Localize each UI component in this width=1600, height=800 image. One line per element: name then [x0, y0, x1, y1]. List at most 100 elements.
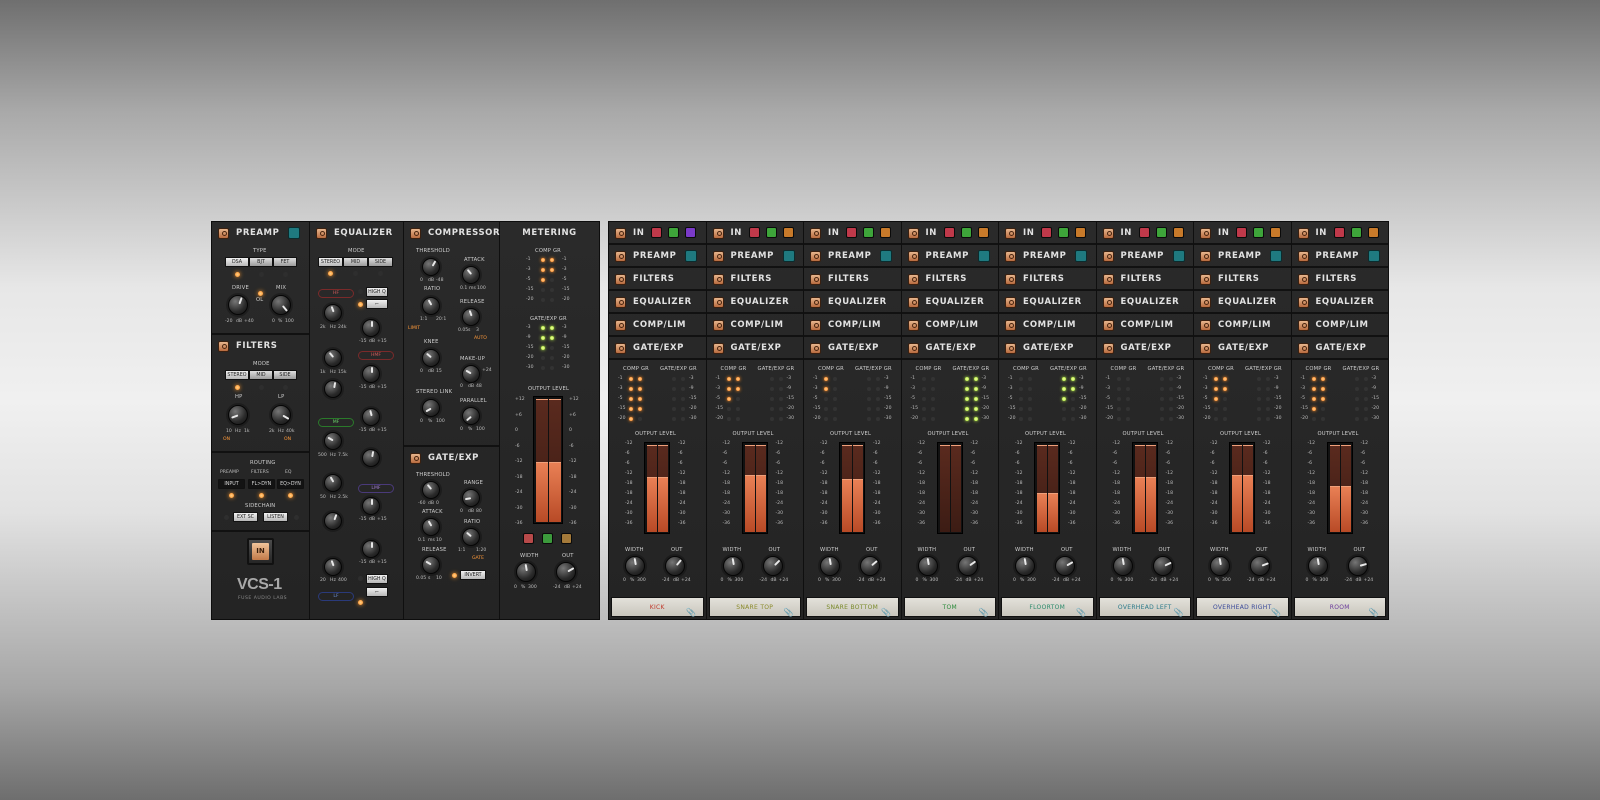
- strip-comp-row[interactable]: COMP/LIM: [901, 314, 998, 337]
- routing-eq-dyn-button[interactable]: EQ>DYN: [277, 479, 304, 489]
- eq-mf-freq-knob[interactable]: [324, 432, 342, 450]
- strip-filters-row[interactable]: FILTERS: [706, 268, 803, 291]
- metering-green-button[interactable]: [542, 533, 553, 544]
- strip-link-button[interactable]: [1253, 227, 1264, 238]
- strip-power-icon[interactable]: [907, 250, 919, 262]
- strip-filters-row[interactable]: FILTERS: [999, 268, 1096, 291]
- strip-power-icon[interactable]: [907, 319, 919, 331]
- strip-equalizer-row[interactable]: EQUALIZER: [706, 291, 803, 314]
- strip-gate-row[interactable]: GATE/EXP: [901, 337, 998, 360]
- paperclip-icon[interactable]: 📎: [979, 603, 989, 622]
- strip-comp-row[interactable]: COMP/LIM: [609, 314, 706, 337]
- strip-out-knob[interactable]: [665, 556, 685, 576]
- strip-preamp-row[interactable]: PREAMP: [1096, 245, 1193, 268]
- comp-parallel-knob[interactable]: [462, 407, 480, 425]
- global-in-button[interactable]: IN: [252, 543, 269, 560]
- paperclip-icon[interactable]: 📎: [1271, 603, 1281, 622]
- strip-comp-row[interactable]: COMP/LIM: [804, 314, 901, 337]
- strip-equalizer-row[interactable]: EQUALIZER: [1291, 291, 1388, 314]
- paperclip-icon[interactable]: 📎: [1174, 603, 1184, 622]
- strip-comp-row[interactable]: COMP/LIM: [999, 314, 1096, 337]
- strip-gate-row[interactable]: GATE/EXP: [1194, 337, 1291, 360]
- strip-power-icon[interactable]: [1005, 296, 1016, 308]
- eq-lf-gain-knob[interactable]: [362, 540, 380, 558]
- strip-link-button[interactable]: [765, 227, 777, 238]
- comp-knee-knob[interactable]: [422, 349, 440, 367]
- strip-power-icon[interactable]: [1200, 273, 1211, 285]
- strip-preamp-row[interactable]: PREAMP: [706, 245, 803, 268]
- strip-comp-row[interactable]: COMP/LIM: [1291, 314, 1388, 337]
- strip-preamp-row[interactable]: PREAMP: [999, 245, 1096, 268]
- strip-power-icon[interactable]: [1200, 250, 1211, 262]
- comp-threshold-knob[interactable]: [422, 258, 440, 276]
- strip-comp-row[interactable]: COMP/LIM: [1194, 314, 1291, 337]
- strip-solo-button[interactable]: [748, 227, 760, 238]
- strip-power-icon[interactable]: [1200, 319, 1211, 331]
- strip-preamp-link-button[interactable]: [1075, 250, 1087, 262]
- preamp-power-icon[interactable]: [218, 227, 229, 239]
- strip-width-knob[interactable]: [820, 556, 840, 576]
- strip-power-icon[interactable]: [712, 250, 724, 262]
- eq-lmf-q-knob[interactable]: [324, 512, 342, 530]
- strip-gate-row[interactable]: GATE/EXP: [706, 337, 803, 360]
- strip-in-row[interactable]: IN: [1291, 222, 1388, 245]
- strip-power-icon[interactable]: [712, 296, 724, 308]
- strip-power-icon[interactable]: [712, 273, 724, 285]
- filters-mode-mid-button[interactable]: MID: [249, 370, 273, 380]
- strip-power-icon[interactable]: [1102, 296, 1114, 308]
- strip-power-icon[interactable]: [810, 250, 821, 262]
- strip-group-button[interactable]: [880, 227, 891, 238]
- strip-power-icon[interactable]: [1005, 227, 1016, 239]
- paperclip-icon[interactable]: 📎: [881, 603, 891, 622]
- filters-hp-on-label[interactable]: ON: [223, 437, 230, 443]
- filters-power-icon[interactable]: [218, 340, 229, 352]
- eq-lmf-freq-knob[interactable]: [324, 474, 342, 492]
- strip-power-icon[interactable]: [1102, 319, 1114, 331]
- preamp-type-dsa-button[interactable]: DSA: [225, 257, 249, 267]
- filters-lp-knob[interactable]: [271, 405, 291, 425]
- eq-mf-q-knob[interactable]: [362, 449, 380, 467]
- strip-group-button[interactable]: [1367, 227, 1379, 238]
- strip-preamp-link-button[interactable]: [1172, 250, 1185, 262]
- strip-filters-row[interactable]: FILTERS: [1291, 268, 1388, 291]
- strip-width-knob[interactable]: [722, 556, 743, 576]
- paperclip-icon[interactable]: 📎: [1076, 603, 1086, 622]
- strip-name-field[interactable]: FLOORTOM 📎: [1001, 597, 1094, 617]
- strip-gate-row[interactable]: GATE/EXP: [999, 337, 1096, 360]
- strip-out-knob[interactable]: [1347, 556, 1368, 576]
- strip-power-icon[interactable]: [1102, 273, 1114, 285]
- sidechain-ext-sc-button[interactable]: EXT SC: [233, 512, 258, 522]
- eq-hmf-q-knob[interactable]: [324, 380, 342, 398]
- strip-comp-row[interactable]: COMP/LIM: [1096, 314, 1193, 337]
- strip-preamp-link-button[interactable]: [1270, 250, 1282, 262]
- eq-lf-highq-button[interactable]: HIGH Q: [366, 574, 388, 584]
- strip-in-row[interactable]: IN: [1096, 222, 1193, 245]
- strip-group-button[interactable]: [977, 227, 989, 238]
- strip-width-knob[interactable]: [1015, 556, 1035, 576]
- eq-hf-shelf-button[interactable]: ⌐: [366, 299, 388, 309]
- strip-power-icon[interactable]: [1102, 227, 1114, 239]
- comp-stereo-link-knob[interactable]: [422, 399, 440, 417]
- strip-group-button[interactable]: [782, 227, 794, 238]
- strip-filters-row[interactable]: FILTERS: [901, 268, 998, 291]
- preamp-type-bjt-button[interactable]: BJT: [249, 257, 273, 267]
- strip-preamp-link-button[interactable]: [1367, 250, 1380, 262]
- eq-mode-side-button[interactable]: SIDE: [368, 257, 393, 267]
- strip-solo-button[interactable]: [651, 227, 662, 238]
- strip-name-field[interactable]: ROOM 📎: [1293, 597, 1386, 617]
- strip-in-row[interactable]: IN: [1194, 222, 1291, 245]
- strip-power-icon[interactable]: [810, 342, 821, 354]
- strip-width-knob[interactable]: [1210, 556, 1230, 576]
- strip-name-field[interactable]: KICK 📎: [611, 597, 704, 617]
- strip-name-field[interactable]: SNARE TOP 📎: [708, 597, 801, 617]
- strip-width-knob[interactable]: [917, 556, 938, 576]
- strip-preamp-row[interactable]: PREAMP: [609, 245, 706, 268]
- eq-hf-freq-knob[interactable]: [324, 304, 342, 322]
- eq-hf-highq-button[interactable]: HIGH Q: [366, 287, 388, 297]
- strip-power-icon[interactable]: [1297, 296, 1309, 308]
- strip-filters-row[interactable]: FILTERS: [609, 268, 706, 291]
- strip-power-icon[interactable]: [907, 227, 919, 239]
- strip-power-icon[interactable]: [1005, 319, 1016, 331]
- strip-preamp-link-button[interactable]: [685, 250, 697, 262]
- strip-in-row[interactable]: IN: [804, 222, 901, 245]
